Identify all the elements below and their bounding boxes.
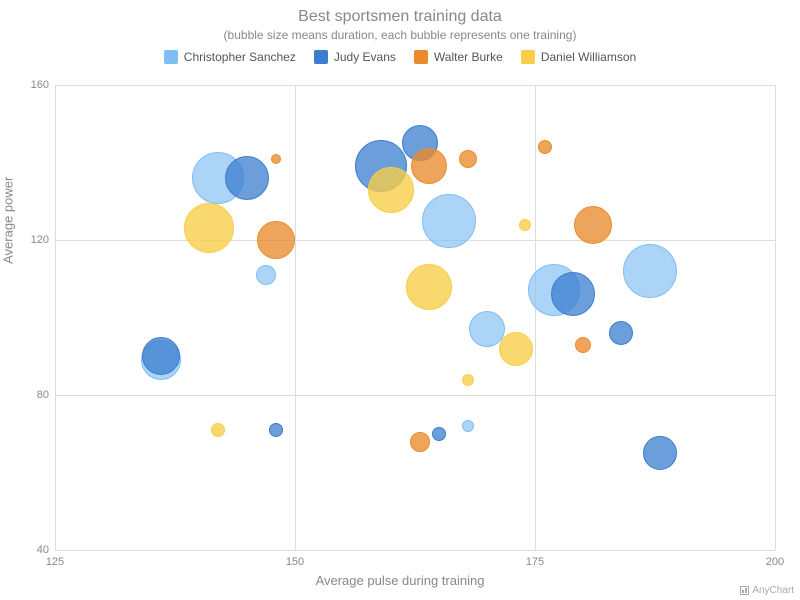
bubble[interactable] <box>211 423 225 437</box>
bubble[interactable] <box>643 436 677 470</box>
credit-badge[interactable]: AnyChart <box>740 585 794 596</box>
x-tick-label: 150 <box>275 556 315 568</box>
y-tick-label: 160 <box>19 79 49 91</box>
bubble[interactable] <box>422 194 476 248</box>
legend-swatch <box>414 50 428 64</box>
legend-item-2[interactable]: Walter Burke <box>414 50 503 64</box>
bubble[interactable] <box>462 374 474 386</box>
legend-item-3[interactable]: Daniel Williamson <box>521 50 636 64</box>
bubble[interactable] <box>271 154 281 164</box>
legend-swatch <box>164 50 178 64</box>
chart-subtitle: (bubble size means duration, each bubble… <box>0 26 800 42</box>
legend-item-1[interactable]: Judy Evans <box>314 50 396 64</box>
plot-area: 4080120160125150175200 <box>55 85 775 550</box>
y-tick-label: 120 <box>19 234 49 246</box>
gridline-v <box>295 85 296 550</box>
bubble[interactable] <box>269 423 283 437</box>
legend-swatch <box>314 50 328 64</box>
legend-swatch <box>521 50 535 64</box>
x-tick-label: 175 <box>515 556 555 568</box>
y-tick-label: 40 <box>19 544 49 556</box>
bubble[interactable] <box>368 167 414 213</box>
credit-text: AnyChart <box>752 585 794 596</box>
bubble[interactable] <box>142 337 180 375</box>
legend: Christopher Sanchez Judy Evans Walter Burk… <box>0 42 800 64</box>
legend-item-0[interactable]: Christopher Sanchez <box>164 50 296 64</box>
bubble[interactable] <box>551 272 595 316</box>
legend-label: Christopher Sanchez <box>184 50 296 64</box>
bubble[interactable] <box>623 244 677 298</box>
bubble[interactable] <box>574 206 612 244</box>
legend-label: Daniel Williamson <box>541 50 636 64</box>
bubble[interactable] <box>256 265 276 285</box>
bubble[interactable] <box>225 156 269 200</box>
bubble[interactable] <box>609 321 633 345</box>
gridline-v <box>55 85 56 550</box>
bubble[interactable] <box>184 203 234 253</box>
bubble[interactable] <box>519 219 531 231</box>
x-axis-title: Average pulse during training <box>0 573 800 588</box>
gridline-h <box>55 395 775 396</box>
chart-title: Best sportsmen training data <box>0 0 800 26</box>
bubble[interactable] <box>411 148 447 184</box>
chart-container: Best sportsmen training data (bubble siz… <box>0 0 800 600</box>
bubble[interactable] <box>575 337 591 353</box>
legend-label: Walter Burke <box>434 50 503 64</box>
gridline-h <box>55 550 775 551</box>
bubble[interactable] <box>257 221 295 259</box>
y-axis-title: Average power <box>1 177 16 264</box>
gridline-v <box>535 85 536 550</box>
x-tick-label: 200 <box>755 556 795 568</box>
gridline-h <box>55 240 775 241</box>
bubble[interactable] <box>499 332 533 366</box>
bubble[interactable] <box>462 420 474 432</box>
bubble[interactable] <box>432 427 446 441</box>
chart-icon <box>740 586 749 595</box>
bubble[interactable] <box>410 432 430 452</box>
gridline-h <box>55 85 775 86</box>
x-tick-label: 125 <box>35 556 75 568</box>
bubble[interactable] <box>406 264 452 310</box>
gridline-v <box>775 85 776 550</box>
y-tick-label: 80 <box>19 389 49 401</box>
bubble[interactable] <box>459 150 477 168</box>
legend-label: Judy Evans <box>334 50 396 64</box>
bubble[interactable] <box>538 140 552 154</box>
